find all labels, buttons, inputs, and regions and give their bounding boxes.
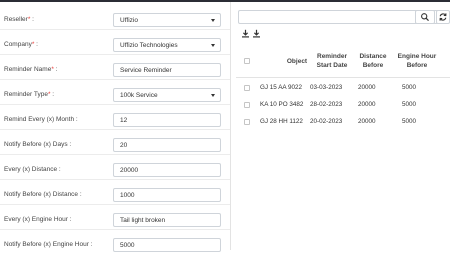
- chevron-down-icon: [211, 19, 215, 22]
- notify-before-days-row: Notify Before (x) Days : 20: [0, 130, 230, 155]
- company-value: Uffizio Technologies: [120, 42, 178, 49]
- every-engine-hour-input[interactable]: Tail light broken: [113, 213, 221, 227]
- reminder-form: Reseller* : Uffizio Company* : Uffizio T…: [0, 0, 230, 252]
- table-row[interactable]: KA 10 PO 3482 28-02-2023 20000 5000: [236, 97, 450, 114]
- every-distance-label: Every (x) Distance :: [4, 166, 61, 173]
- table-row[interactable]: GJ 15 AA 9022 03-03-2023 20000 5000: [236, 80, 450, 97]
- cell-distance-before: 20000: [358, 101, 376, 108]
- cell-engine-hour-before: 5000: [402, 84, 417, 91]
- reminder-name-value: Service Reminder: [120, 67, 172, 74]
- chevron-down-icon: [211, 44, 215, 47]
- reminder-type-label: Reminder Type* :: [4, 91, 55, 98]
- cell-distance-before: 20000: [358, 118, 376, 125]
- column-reminder-start-date[interactable]: Reminder Start Date: [310, 52, 354, 70]
- select-all-checkbox[interactable]: [244, 58, 250, 64]
- refresh-button[interactable]: [436, 10, 450, 24]
- every-engine-hour-label: Every (x) Engine Hour :: [4, 216, 72, 223]
- reseller-row: Reseller* : Uffizio: [0, 5, 230, 30]
- remind-every-month-input[interactable]: 12: [113, 113, 221, 127]
- reminder-name-input[interactable]: Service Reminder: [113, 63, 221, 77]
- every-distance-input[interactable]: 20000: [113, 163, 221, 177]
- notify-before-distance-input[interactable]: 1000: [113, 188, 221, 202]
- search-input[interactable]: [238, 10, 441, 24]
- remind-every-month-value: 12: [120, 117, 128, 124]
- reseller-value: Uffizio: [120, 17, 138, 24]
- cell-reminder-start-date: 28-02-2023: [310, 101, 343, 108]
- cell-engine-hour-before: 5000: [402, 101, 417, 108]
- company-row: Company* : Uffizio Technologies: [0, 30, 230, 55]
- reminder-name-row: Reminder Name* : Service Reminder: [0, 55, 230, 80]
- reminder-type-row: Reminder Type* : 100k Service: [0, 80, 230, 105]
- remind-every-month-label: Remind Every (x) Month :: [4, 116, 78, 123]
- notify-before-distance-row: Notify Before (x) Distance : 1000: [0, 180, 230, 205]
- row-checkbox[interactable]: [244, 119, 250, 125]
- table-row[interactable]: GJ 28 HH 1122 20-02-2023 20000 5000: [236, 114, 450, 131]
- every-distance-value: 20000: [120, 167, 139, 174]
- notify-before-days-input[interactable]: 20: [113, 138, 221, 152]
- row-checkbox[interactable]: [244, 102, 250, 108]
- notify-before-days-value: 20: [120, 142, 128, 149]
- table-header: Object Reminder Start Date Distance Before…: [236, 44, 450, 78]
- notify-before-engine-hour-label: Notify Before (x) Engine Hour :: [4, 241, 93, 248]
- row-checkbox[interactable]: [244, 85, 250, 91]
- every-distance-row: Every (x) Distance : 20000: [0, 155, 230, 180]
- panel-divider: [230, 2, 231, 250]
- column-engine-hour-before[interactable]: Engine Hour Before: [392, 52, 442, 70]
- reminder-type-value: 100k Service: [120, 92, 158, 99]
- notify-before-days-label: Notify Before (x) Days :: [4, 141, 72, 148]
- column-distance-before[interactable]: Distance Before: [354, 52, 392, 70]
- reseller-label: Reseller* :: [4, 16, 34, 23]
- download-icon[interactable]: [252, 29, 261, 38]
- company-label: Company* :: [4, 41, 38, 48]
- notify-before-distance-value: 1000: [120, 192, 135, 199]
- cell-reminder-start-date: 03-03-2023: [310, 84, 343, 91]
- reseller-select[interactable]: Uffizio: [113, 13, 221, 27]
- chevron-down-icon: [211, 94, 215, 97]
- cell-object: KA 10 PO 3482: [260, 101, 304, 108]
- search-button[interactable]: [415, 10, 435, 24]
- cell-engine-hour-before: 5000: [402, 118, 417, 125]
- reminder-type-select[interactable]: 100k Service: [113, 88, 221, 102]
- remind-every-month-row: Remind Every (x) Month : 12: [0, 105, 230, 130]
- cell-distance-before: 20000: [358, 84, 376, 91]
- download-icon[interactable]: [241, 29, 250, 38]
- cell-object: GJ 28 HH 1122: [260, 118, 303, 125]
- notify-before-engine-hour-row: Notify Before (x) Engine Hour : 5000: [0, 230, 230, 255]
- company-select[interactable]: Uffizio Technologies: [113, 38, 221, 52]
- notify-before-distance-label: Notify Before (x) Distance :: [4, 191, 82, 198]
- refresh-icon: [439, 13, 447, 21]
- search-icon: [421, 13, 429, 21]
- every-engine-hour-row: Every (x) Engine Hour : Tail light broke…: [0, 205, 230, 230]
- every-engine-hour-value: Tail light broken: [120, 217, 166, 224]
- notify-before-engine-hour-value: 5000: [120, 242, 135, 249]
- cell-reminder-start-date: 20-02-2023: [310, 118, 343, 125]
- cell-object: GJ 15 AA 9022: [260, 84, 303, 91]
- reminder-name-label: Reminder Name* :: [4, 66, 58, 73]
